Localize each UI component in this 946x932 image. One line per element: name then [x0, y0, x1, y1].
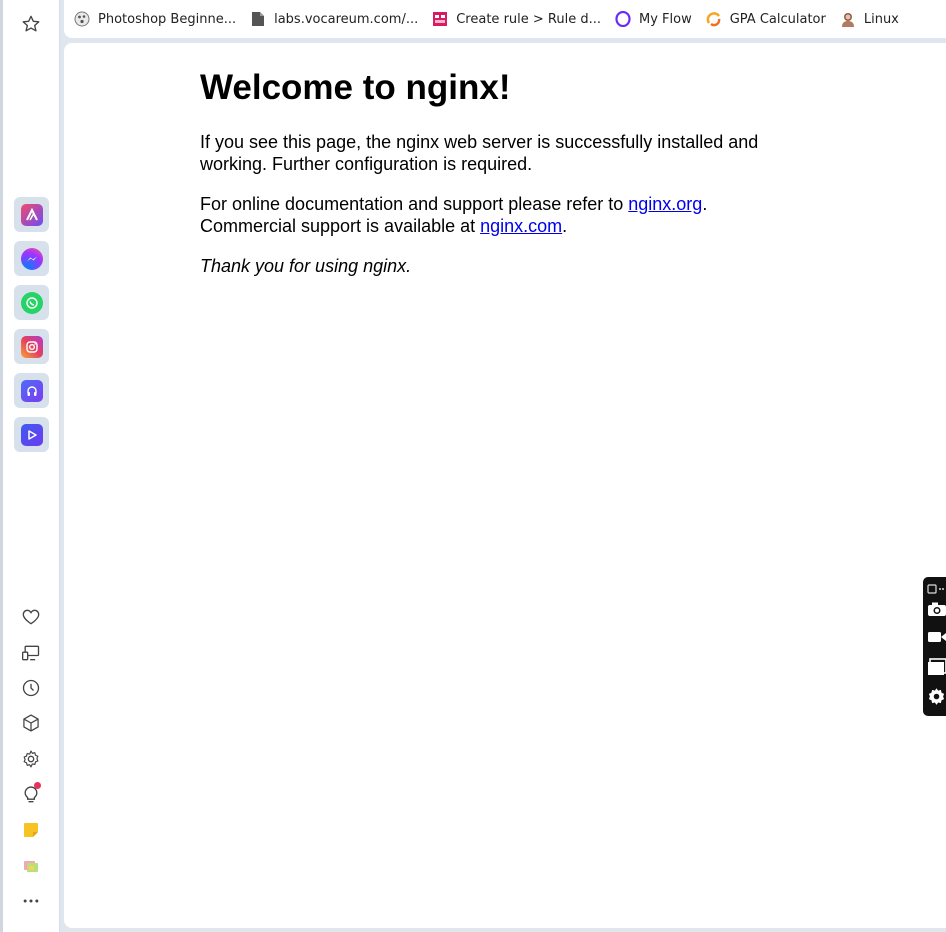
bookmark-label: labs.vocareum.com/...: [274, 11, 419, 27]
photoshop-favicon-icon: [74, 11, 90, 27]
bookmark-photoshop[interactable]: Photoshop Beginne...: [74, 11, 236, 27]
nginx-com-link[interactable]: nginx.com: [480, 216, 562, 236]
bookmark-create-rule[interactable]: Create rule > Rule d...: [432, 11, 601, 27]
messenger-app-icon[interactable]: [14, 241, 49, 276]
rule-favicon-icon: [432, 11, 448, 27]
instagram-app-icon[interactable]: [14, 329, 49, 364]
intro-paragraph: If you see this page, the nginx web serv…: [200, 132, 759, 174]
camera-icon[interactable]: [927, 599, 946, 618]
thanks-text: Thank you for using nginx.: [200, 256, 412, 276]
bookmark-gpa[interactable]: GPA Calculator: [706, 11, 826, 27]
document-icon: [250, 11, 266, 27]
bookmark-linux[interactable]: Linux: [840, 11, 899, 27]
bookmarks-bar: Photoshop Beginne... labs.vocareum.com/.…: [64, 0, 946, 38]
sidebar-edge: [0, 0, 3, 932]
settings-icon[interactable]: [16, 744, 46, 774]
nginx-welcome: Welcome to nginx! If you see this page, …: [200, 67, 760, 295]
aria-app-icon[interactable]: [14, 197, 49, 232]
capture-handle-icon[interactable]: [927, 579, 946, 598]
history-icon[interactable]: [16, 673, 46, 703]
capture-toolbar: [923, 577, 946, 716]
more-icon[interactable]: [16, 886, 46, 916]
music-app-icon[interactable]: [14, 373, 49, 408]
video-camera-icon[interactable]: [927, 627, 946, 646]
bookmark-label: GPA Calculator: [729, 11, 826, 27]
cast-icon[interactable]: [16, 638, 46, 668]
web-page: Welcome to nginx! If you see this page, …: [64, 43, 946, 928]
bookmark-label: Photoshop Beginne...: [98, 11, 237, 27]
gpa-favicon-icon: [706, 11, 722, 27]
support-text-post: .: [562, 216, 568, 236]
player-app-icon[interactable]: [14, 417, 49, 452]
bookmark-my-flow[interactable]: My Flow: [615, 11, 692, 27]
star-icon[interactable]: [16, 9, 46, 39]
lightbulb-icon[interactable]: [16, 780, 46, 810]
browser-sidebar: [0, 0, 60, 932]
opera-icon: [615, 11, 631, 27]
gallery-icon[interactable]: [16, 851, 46, 881]
notification-dot: [34, 782, 41, 789]
support-text-pre: For online documentation and support ple…: [200, 194, 629, 214]
heart-icon[interactable]: [16, 602, 46, 632]
bookmark-label: My Flow: [639, 11, 692, 27]
snip-window-icon[interactable]: [927, 657, 946, 676]
whatsapp-app-icon[interactable]: [14, 285, 49, 320]
bookmark-label: Linux: [863, 11, 899, 27]
page-title: Welcome to nginx!: [200, 68, 511, 107]
bookmark-vocareum[interactable]: labs.vocareum.com/...: [250, 11, 418, 27]
cube-icon[interactable]: [16, 708, 46, 738]
support-paragraph: For online documentation and support ple…: [200, 193, 760, 237]
linux-avatar-icon: [840, 11, 856, 27]
bookmark-label: Create rule > Rule d...: [456, 11, 601, 27]
nginx-org-link[interactable]: nginx.org: [628, 194, 702, 214]
notes-icon[interactable]: [16, 815, 46, 845]
capture-settings-icon[interactable]: [927, 687, 946, 706]
